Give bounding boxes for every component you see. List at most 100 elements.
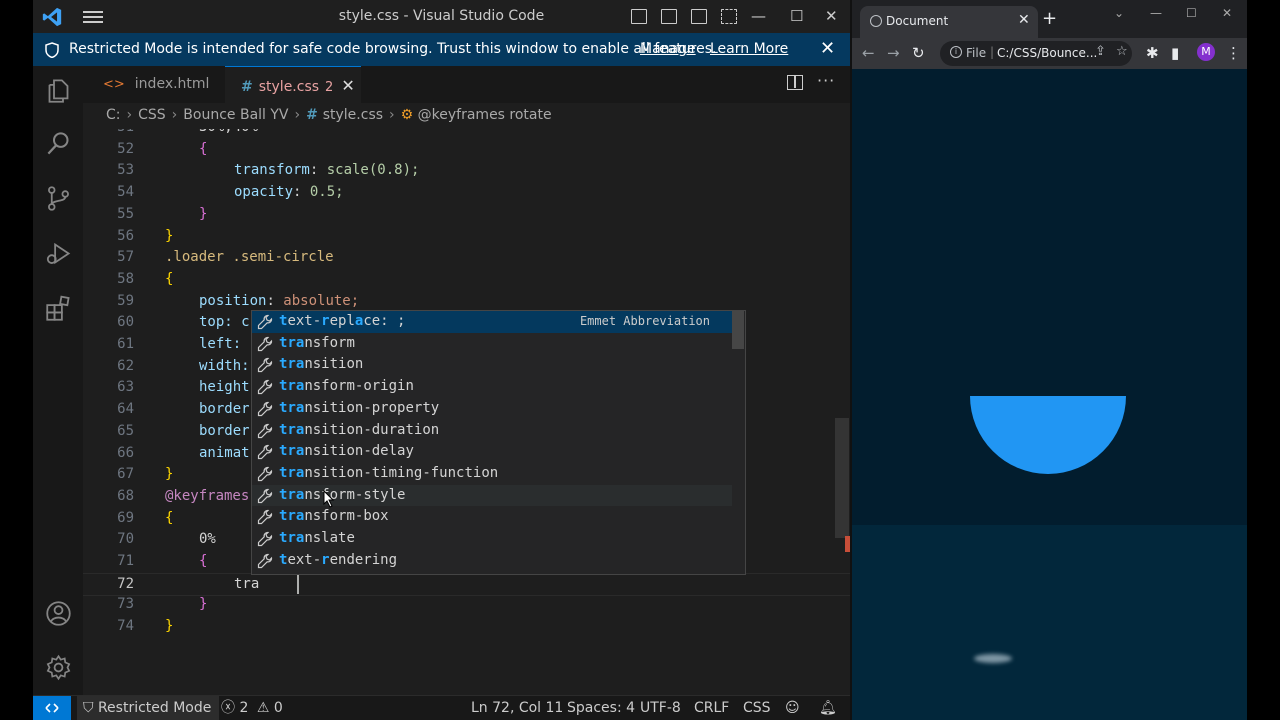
minimize-icon[interactable]: — (751, 7, 766, 25)
toggle-panel-icon[interactable] (661, 9, 677, 24)
shield-icon (45, 42, 59, 58)
source-control-icon[interactable] (45, 185, 72, 212)
url-scheme: File (966, 46, 987, 60)
language-mode[interactable]: CSS (743, 696, 771, 720)
search-icon[interactable] (45, 130, 72, 157)
tab-index-html[interactable]: <> index.html (83, 66, 225, 103)
suggestion-item[interactable]: transition-delay (252, 441, 732, 463)
banner-close-icon[interactable]: ✕ (820, 38, 835, 59)
forward-arrow-icon[interactable]: → (887, 44, 900, 62)
line-number: 53 (117, 162, 134, 179)
more-actions-icon[interactable]: ··· (817, 71, 835, 90)
back-arrow-icon[interactable]: ← (862, 44, 875, 62)
line-number: 64 (117, 401, 134, 418)
remote-indicator-button[interactable] (33, 696, 71, 720)
toggle-secondary-sidebar-icon[interactable] (691, 9, 707, 24)
feedback-icon[interactable]: ☺ (785, 696, 800, 720)
code-text: tra (234, 574, 259, 596)
suggestion-item[interactable]: text-rendering (252, 550, 732, 572)
breadcrumb-item[interactable]: @keyframes rotate (418, 107, 552, 123)
breadcrumb-item[interactable]: style.css (323, 107, 383, 123)
extensions-puzzle-icon[interactable]: ✱ (1146, 44, 1159, 62)
code-token: { (165, 509, 174, 526)
code-line[interactable]: 51 30%,40% (83, 129, 850, 139)
code-line[interactable]: 54 opacity: 0.5; (83, 182, 850, 204)
code-line[interactable]: 56} (83, 226, 850, 248)
line-number: 58 (117, 270, 134, 287)
extensions-icon[interactable] (45, 295, 72, 322)
new-tab-button[interactable]: + (1042, 8, 1057, 29)
code-line[interactable]: 58 { (83, 269, 850, 291)
suggestion-item[interactable]: text-replace: ; Emmet Abbreviation (252, 311, 732, 333)
code-text: border (199, 399, 250, 421)
suggestion-item[interactable]: transition-property (252, 398, 732, 420)
code-text: left: (199, 334, 241, 356)
warning-icon: ⚠ (256, 700, 270, 716)
restricted-mode-status[interactable]: ⛉ Restricted Mode (77, 696, 220, 720)
notifications-bell-icon[interactable]: 🔔︎ (819, 696, 837, 720)
breadcrumb-item[interactable]: Bounce Ball YV (183, 107, 288, 123)
tab-search-icon[interactable]: ⌄ (1114, 6, 1124, 20)
editor-scrollbar[interactable] (835, 418, 849, 538)
suggestion-item[interactable]: transform-origin (252, 376, 732, 398)
learn-more-link[interactable]: Learn More (710, 41, 788, 57)
browser-tab-document[interactable]: Document ✕ (860, 6, 1038, 38)
suggestion-item[interactable]: translate (252, 528, 732, 550)
suggest-scrollbar[interactable] (732, 311, 744, 349)
breadcrumb-item[interactable]: CSS (138, 107, 166, 123)
code-line[interactable]: 52 { (83, 139, 850, 161)
activity-bar (33, 66, 83, 695)
problems-status[interactable]: ⓧ 2 ⚠ 0 (221, 696, 283, 720)
code-text: transform: scale(0.8); (234, 160, 419, 182)
breadcrumb-item[interactable]: C: (106, 107, 121, 123)
tab-label: style.css (258, 79, 320, 95)
encoding-status[interactable]: UTF-8 (640, 696, 681, 720)
code-token: 0% (199, 531, 216, 548)
suggestion-item[interactable]: transition-duration (252, 420, 732, 442)
explorer-icon[interactable] (45, 77, 72, 104)
toggle-primary-sidebar-icon[interactable] (631, 9, 647, 24)
close-window-icon[interactable]: ✕ (1222, 6, 1232, 20)
browser-tab-close-icon[interactable]: ✕ (1018, 12, 1030, 28)
settings-gear-icon[interactable] (45, 654, 72, 681)
tab-close-icon[interactable]: ✕ (341, 76, 354, 95)
code-line[interactable]: 74} (83, 616, 850, 638)
suggestion-item[interactable]: transition-timing-function (252, 463, 732, 485)
kebab-menu-icon[interactable]: ⋮ (1226, 44, 1241, 62)
profile-avatar[interactable]: M (1197, 43, 1215, 61)
code-line[interactable]: 72 tra (83, 572, 850, 597)
suggestion-item[interactable]: transform (252, 333, 732, 355)
share-icon[interactable]: ⇪ (1095, 44, 1106, 59)
suggestion-item[interactable]: transform-box (252, 506, 732, 528)
title-bar: style.css - Visual Studio Code — ☐ ✕ (33, 0, 850, 33)
info-icon[interactable]: i (950, 46, 962, 58)
bookmark-star-icon[interactable]: ☆ (1116, 44, 1128, 59)
code-line[interactable]: 55} (83, 204, 850, 226)
address-bar[interactable]: i File | C:/CSS/Bounce... ⇪ ☆ (940, 41, 1132, 66)
code-line[interactable]: 53 transform: scale(0.8); (83, 160, 850, 182)
minimize-icon[interactable]: — (1150, 6, 1162, 20)
code-line[interactable]: 57 .loader .semi-circle (83, 247, 850, 269)
reload-icon[interactable]: ↻ (912, 44, 925, 62)
code-line[interactable]: 73} (83, 594, 850, 616)
code-text: height (199, 377, 250, 399)
manage-link[interactable]: Manage (640, 41, 696, 57)
maximize-icon[interactable]: ☐ (790, 7, 803, 25)
code-text: { (199, 139, 207, 161)
suggestion-item[interactable]: transition (252, 354, 732, 376)
suggestion-label: text-replace: ; (279, 313, 406, 329)
wrench-icon (257, 488, 273, 503)
wrench-icon (257, 401, 273, 416)
side-panel-icon[interactable]: ▮ (1171, 44, 1179, 62)
accounts-icon[interactable] (45, 600, 72, 627)
split-editor-icon[interactable] (787, 75, 803, 90)
run-debug-icon[interactable] (45, 240, 72, 267)
maximize-icon[interactable]: ☐ (1186, 6, 1197, 20)
customize-layout-icon[interactable] (721, 9, 737, 24)
indentation-status[interactable]: Spaces: 4 (567, 696, 635, 720)
cursor-position[interactable]: Ln 72, Col 11 (471, 696, 563, 720)
tab-label: index.html (134, 76, 210, 92)
eol-status[interactable]: CRLF (694, 696, 729, 720)
close-window-icon[interactable]: ✕ (825, 7, 838, 25)
tab-style-css[interactable]: # style.css 2 ✕ (225, 66, 361, 104)
